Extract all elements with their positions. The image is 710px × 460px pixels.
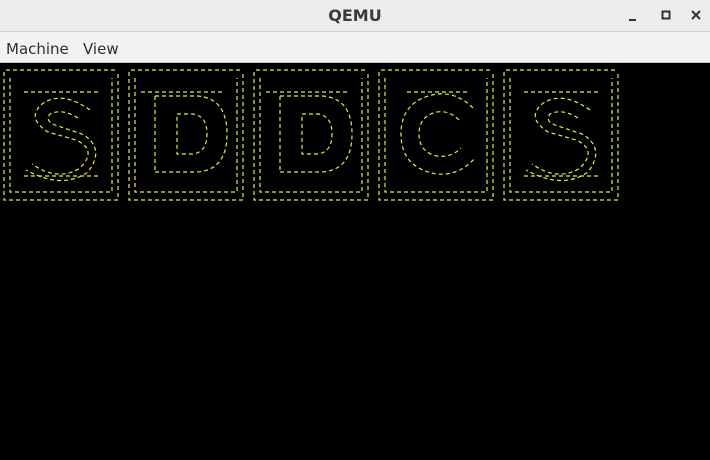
ascii-art-banner bbox=[0, 68, 630, 208]
ascii-letter-tile bbox=[2, 68, 121, 204]
ascii-letter-tile bbox=[252, 68, 371, 204]
maximize-button[interactable] bbox=[656, 6, 676, 26]
window-titlebar[interactable]: QEMU bbox=[0, 0, 710, 32]
window-title: QEMU bbox=[328, 6, 382, 25]
menu-view[interactable]: View bbox=[83, 40, 119, 58]
ascii-letter-tile bbox=[377, 68, 496, 204]
ascii-letter-tile bbox=[502, 68, 621, 204]
ascii-letter-tile bbox=[127, 68, 246, 204]
guest-display[interactable] bbox=[0, 63, 710, 460]
ascii-letter-d bbox=[128, 69, 244, 201]
ascii-letter-s bbox=[503, 69, 619, 201]
ascii-letter-c bbox=[378, 69, 494, 201]
close-icon bbox=[691, 10, 701, 20]
ascii-letter-d bbox=[253, 69, 369, 201]
menu-machine[interactable]: Machine bbox=[6, 40, 69, 58]
minimize-button[interactable] bbox=[622, 6, 642, 26]
maximize-icon bbox=[661, 10, 671, 20]
minimize-icon bbox=[629, 19, 636, 21]
close-button[interactable] bbox=[687, 6, 707, 26]
menubar: Machine View bbox=[0, 32, 710, 63]
ascii-letter-s bbox=[3, 69, 119, 201]
